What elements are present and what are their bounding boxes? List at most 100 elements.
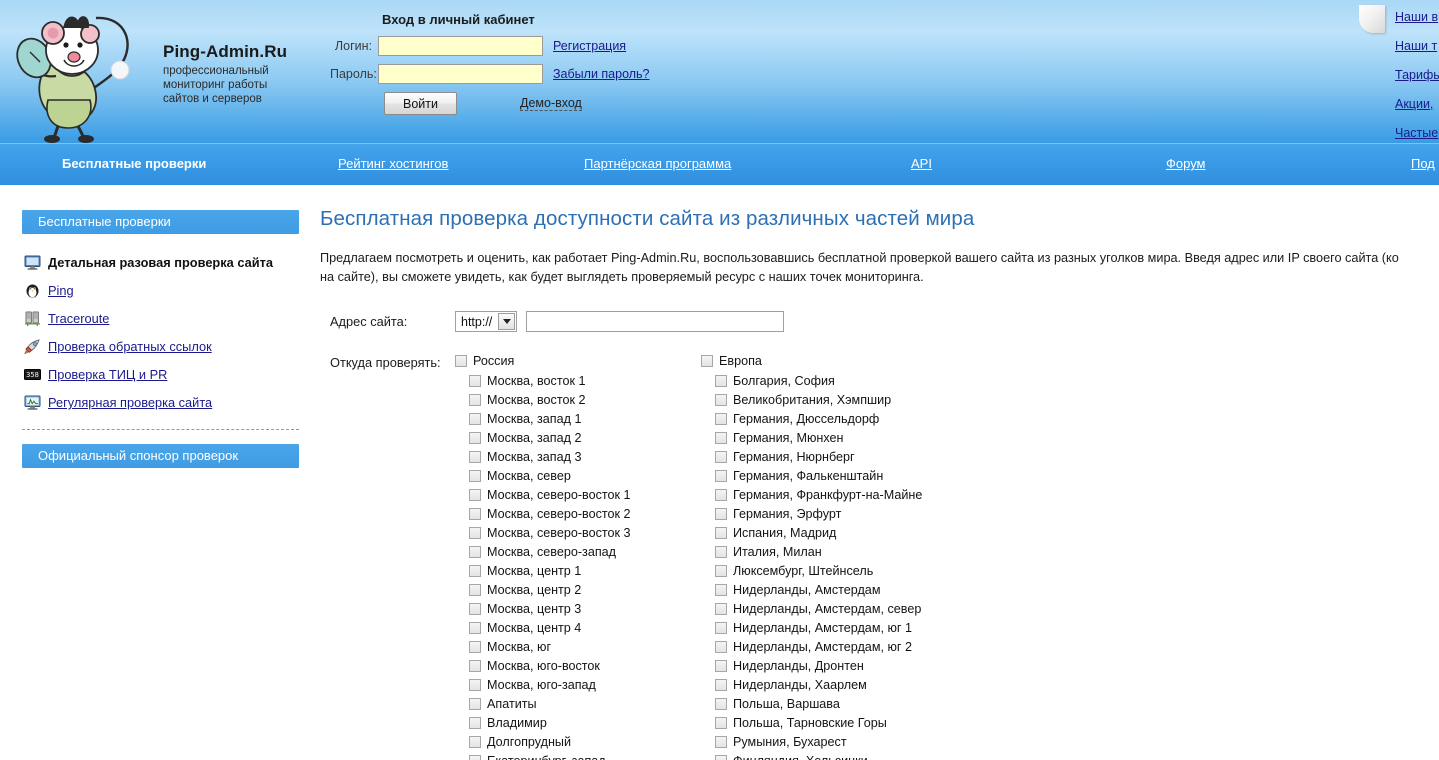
location-checkbox[interactable] — [469, 679, 481, 691]
group-header-russia[interactable]: Россия — [455, 354, 701, 368]
location-checkbox[interactable] — [715, 584, 727, 596]
location-checkbox[interactable] — [715, 470, 727, 482]
login-actions: Войти Демо-вход — [330, 92, 660, 115]
location-item: Румыния, Бухарест — [701, 732, 1001, 751]
group-checkbox-europe[interactable] — [701, 355, 713, 367]
location-item: Нидерланды, Амстердам, юг 2 — [701, 637, 1001, 656]
location-item: Москва, юг — [455, 637, 701, 656]
location-checkbox[interactable] — [469, 432, 481, 444]
location-item: Италия, Милан — [701, 542, 1001, 561]
location-label: Москва, восток 1 — [487, 374, 586, 388]
location-label: Польша, Тарновские Горы — [733, 716, 887, 730]
location-checkbox[interactable] — [715, 622, 727, 634]
sidebar-item-label-0: Детальная разовая проверка сайта — [48, 255, 273, 270]
location-item: Апатиты — [455, 694, 701, 713]
location-label: Люксембург, Штейнсель — [733, 564, 873, 578]
location-item: Москва, запад 2 — [455, 428, 701, 447]
nav-item-hosting-rating[interactable]: Рейтинг хостингов — [338, 156, 448, 171]
location-checkbox[interactable] — [469, 375, 481, 387]
location-item: Москва, центр 1 — [455, 561, 701, 580]
location-checkbox[interactable] — [715, 527, 727, 539]
location-checkbox[interactable] — [715, 413, 727, 425]
monitor-graph-icon — [24, 395, 41, 410]
location-checkbox[interactable] — [715, 603, 727, 615]
svg-text:358: 358 — [26, 371, 39, 379]
location-checkbox[interactable] — [469, 527, 481, 539]
corner-link-4[interactable]: Частые — [1395, 126, 1439, 141]
location-checkbox[interactable] — [715, 679, 727, 691]
login-submit-button[interactable]: Войти — [384, 92, 457, 115]
nav-item-partner-program[interactable]: Партнёрская программа — [584, 156, 731, 171]
location-checkbox[interactable] — [715, 546, 727, 558]
nav-item-free-checks[interactable]: Бесплатные проверки — [62, 156, 206, 171]
location-label: Москва, запад 1 — [487, 412, 581, 426]
location-checkbox[interactable] — [469, 470, 481, 482]
nav-item-forum[interactable]: Форум — [1166, 156, 1206, 171]
location-checkbox[interactable] — [469, 565, 481, 577]
servers-icon — [24, 311, 41, 326]
group-header-europe[interactable]: Европа — [701, 354, 1001, 368]
location-checkbox[interactable] — [715, 698, 727, 710]
corner-link-1[interactable]: Наши т — [1395, 39, 1439, 54]
location-checkbox[interactable] — [469, 413, 481, 425]
location-item: Москва, север — [455, 466, 701, 485]
nav-item-api[interactable]: API — [911, 156, 932, 171]
demo-login-link[interactable]: Демо-вход — [520, 96, 582, 111]
forgot-password-link[interactable]: Забыли пароль? — [553, 67, 650, 81]
sidebar-item-regular-check[interactable]: Регулярная проверка сайта — [24, 392, 318, 413]
sidebar-item-backlinks[interactable]: Проверка обратных ссылок — [24, 336, 318, 357]
location-item: Болгария, София — [701, 371, 1001, 390]
location-checkbox[interactable] — [469, 755, 481, 760]
location-checkbox[interactable] — [715, 717, 727, 729]
location-label: Москва, центр 1 — [487, 564, 581, 578]
location-checkbox[interactable] — [469, 584, 481, 596]
location-checkbox[interactable] — [715, 736, 727, 748]
corner-link-0[interactable]: Наши в — [1395, 10, 1439, 25]
sidebar-item-ping[interactable]: Ping — [24, 280, 318, 301]
password-input[interactable] — [378, 64, 543, 84]
location-item: Москва, запад 1 — [455, 409, 701, 428]
chevron-down-icon[interactable] — [498, 313, 515, 330]
location-checkbox[interactable] — [715, 755, 727, 760]
login-input[interactable] — [378, 36, 543, 56]
group-checkbox-russia[interactable] — [455, 355, 467, 367]
corner-link-3[interactable]: Акции, — [1395, 97, 1439, 112]
sidebar-item-detailed-check[interactable]: Детальная разовая проверка сайта — [24, 252, 318, 273]
location-label: Москва, юг — [487, 640, 551, 654]
location-checkbox[interactable] — [469, 603, 481, 615]
location-item: Нидерланды, Амстердам, юг 1 — [701, 618, 1001, 637]
nav-item-more[interactable]: Под — [1411, 156, 1435, 171]
corner-link-2[interactable]: Тарифы — [1395, 68, 1439, 83]
location-label: Польша, Варшава — [733, 697, 840, 711]
location-item: Москва, юго-запад — [455, 675, 701, 694]
location-checkbox[interactable] — [715, 394, 727, 406]
site-url-input[interactable] — [526, 311, 784, 332]
sidebar-item-traceroute[interactable]: Traceroute — [24, 308, 318, 329]
protocol-select[interactable]: http:// — [455, 311, 517, 332]
location-checkbox[interactable] — [715, 660, 727, 672]
location-checkbox[interactable] — [469, 736, 481, 748]
location-checkbox[interactable] — [469, 717, 481, 729]
location-checkbox[interactable] — [715, 451, 727, 463]
location-checkbox[interactable] — [469, 394, 481, 406]
location-label: Испания, Мадрид — [733, 526, 836, 540]
location-checkbox[interactable] — [715, 565, 727, 577]
location-checkbox[interactable] — [469, 451, 481, 463]
register-link[interactable]: Регистрация — [553, 39, 626, 53]
location-label: Москва, север — [487, 469, 571, 483]
location-checkbox[interactable] — [469, 660, 481, 672]
location-checkbox[interactable] — [715, 432, 727, 444]
location-checkbox[interactable] — [715, 489, 727, 501]
location-checkbox[interactable] — [715, 375, 727, 387]
location-item: Москва, запад 3 — [455, 447, 701, 466]
location-checkbox[interactable] — [469, 698, 481, 710]
location-checkbox[interactable] — [469, 489, 481, 501]
location-checkbox[interactable] — [715, 508, 727, 520]
location-checkbox[interactable] — [469, 641, 481, 653]
sidebar-item-tic-pr[interactable]: 358 Проверка ТИЦ и PR — [24, 364, 318, 385]
location-checkbox[interactable] — [469, 622, 481, 634]
location-checkbox[interactable] — [469, 546, 481, 558]
location-item: Долгопрудный — [455, 732, 701, 751]
location-checkbox[interactable] — [469, 508, 481, 520]
location-checkbox[interactable] — [715, 641, 727, 653]
